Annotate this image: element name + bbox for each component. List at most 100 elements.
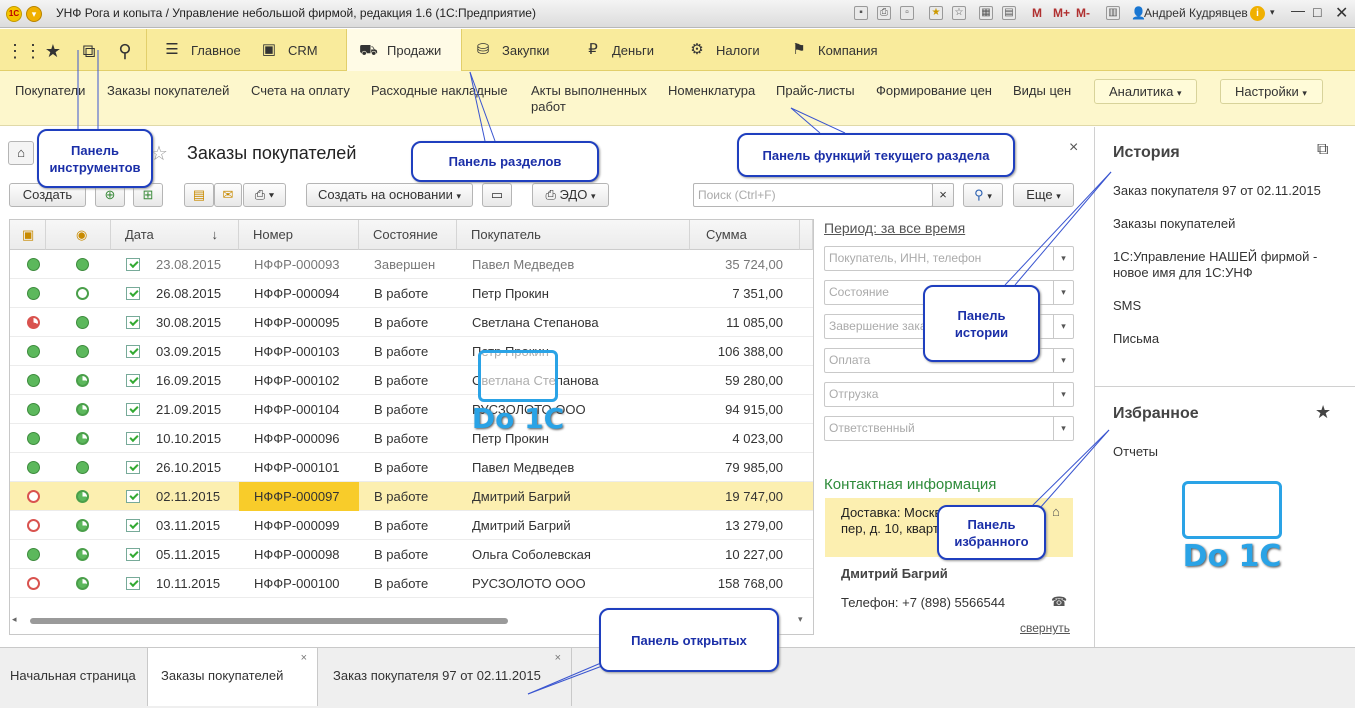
document-button[interactable]: ▭ (482, 183, 512, 207)
section-crm[interactable]: ▣ CRM (260, 29, 346, 71)
favorites-add-icon[interactable]: ★ (929, 6, 943, 20)
func-invoices[interactable]: Счета на оплату (251, 83, 350, 99)
main-menu-icon[interactable]: ▾ (26, 6, 42, 22)
section-sales[interactable]: ⛟ Продажи (346, 29, 462, 72)
close-tab-icon[interactable]: × (555, 630, 561, 686)
house-icon[interactable]: ⌂ (1052, 504, 1060, 519)
filter-responsible[interactable]: Ответственный ▾ (824, 416, 1074, 441)
table-row[interactable]: 26.10.2015 НФФР-000101 В работе Павел Медве… (10, 453, 813, 482)
history-item[interactable]: Заказ покупателя 97 от 02.11.2015 (1113, 183, 1323, 199)
col-state[interactable]: Состояние (359, 220, 457, 250)
col-date[interactable]: Дата ↓ (111, 220, 239, 250)
col-number[interactable]: Номер (239, 220, 359, 250)
memory-mminus-button[interactable]: M- (1076, 6, 1090, 20)
favorites-star-icon[interactable]: ★ (1315, 402, 1331, 423)
chevron-down-icon[interactable]: ▾ (1053, 315, 1073, 338)
func-shipments[interactable]: Расходные накладные (371, 83, 508, 99)
calendar-icon[interactable]: ▤ (1002, 6, 1016, 20)
table-row[interactable]: 02.11.2015 НФФР-000097 В работе Дмитрий Баг… (10, 482, 813, 511)
clear-search-button[interactable]: × (932, 183, 954, 207)
table-row[interactable]: 30.08.2015 НФФР-000095 В работе Светлана Ст… (10, 308, 813, 337)
settings-button[interactable]: Настройки ▾ (1220, 79, 1323, 104)
history-item[interactable]: SMS (1113, 298, 1141, 314)
horizontal-scrollbar[interactable] (30, 618, 508, 624)
section-taxes[interactable]: ⚙ Налоги (688, 29, 759, 71)
chevron-down-icon[interactable]: ▾ (1053, 383, 1073, 406)
search-icon[interactable]: ⚲ (114, 40, 136, 62)
chevron-down-icon[interactable]: ▾ (1053, 247, 1073, 270)
history-item[interactable]: 1С:Управление НАШЕЙ фирмой - новое имя д… (1113, 249, 1333, 281)
section-company[interactable]: ⚑ Компания (790, 29, 877, 71)
apps-grid-icon[interactable]: ⋮⋮ (6, 40, 42, 62)
calculator-icon[interactable]: ▦ (979, 6, 993, 20)
filter-shipment[interactable]: Отгрузка ▾ (824, 382, 1074, 407)
email-button[interactable]: ✉ (214, 183, 242, 207)
user-name[interactable]: Андрей Кудрявцев (1144, 6, 1248, 20)
memory-mplus-button[interactable]: M+ (1053, 6, 1070, 20)
func-acts[interactable]: Акты выполненных работ (531, 83, 651, 115)
analytics-button[interactable]: Аналитика ▾ (1094, 79, 1197, 104)
chevron-down-icon[interactable]: ▾ (1053, 417, 1073, 440)
home-icon[interactable]: ⌂ (8, 141, 34, 165)
scroll-left-icon[interactable]: ◂ (12, 614, 17, 625)
table-row[interactable]: 10.11.2015 НФФР-000100 В работе РУСЗОЛОТО О… (10, 569, 813, 598)
section-money[interactable]: ₽ Деньги (584, 29, 654, 71)
col-sum[interactable]: Сумма (690, 220, 800, 250)
func-orders[interactable]: Заказы покупателей (107, 83, 229, 99)
tab-orders[interactable]: Заказы покупателей × (148, 648, 318, 706)
search-input[interactable]: Поиск (Ctrl+F) (693, 183, 933, 207)
table-row[interactable]: 03.09.2015НФФР-000103В работеПетр Прокин… (10, 337, 813, 366)
close-tab-icon[interactable]: × (301, 630, 307, 686)
func-pricing[interactable]: Формирование цен (876, 83, 992, 99)
maximize-icon[interactable]: □ (1313, 4, 1321, 20)
table-row[interactable]: 23.08.2015 НФФР-000093 Завершен Павел Медве… (10, 250, 813, 279)
more-button[interactable]: Еще ▾ (1013, 183, 1074, 207)
table-row[interactable]: 16.09.2015НФФР-000102В работеСветлана Ст… (10, 366, 813, 395)
chevron-down-icon[interactable]: ▾ (1053, 281, 1073, 304)
favorites-item[interactable]: Отчеты (1113, 444, 1158, 460)
func-price-kinds[interactable]: Виды цен (1013, 83, 1071, 99)
history-icon[interactable]: ⧉ (78, 40, 100, 62)
star-icon[interactable]: ★ (42, 40, 64, 62)
scroll-down-icon[interactable]: ▾ (798, 614, 803, 625)
period-link[interactable]: Период: за все время (824, 220, 965, 236)
chevron-down-icon[interactable]: ▾ (1270, 7, 1275, 18)
collapse-link[interactable]: свернуть (1020, 621, 1070, 635)
minimize-icon[interactable]: — (1291, 2, 1305, 18)
create-based-button[interactable]: Создать на основании ▾ (306, 183, 473, 207)
bookmark-icon[interactable]: ☆ (952, 6, 966, 20)
info-icon[interactable]: i (1250, 6, 1265, 21)
print-button[interactable]: ⎙ ▾ (243, 183, 286, 207)
chevron-down-icon[interactable]: ▾ (1053, 349, 1073, 372)
print-icon[interactable]: ⎙ (877, 6, 891, 20)
panels-icon[interactable]: ▥ (1106, 6, 1120, 20)
filter-buyer[interactable]: Покупатель, ИНН, телефон ▾ (824, 246, 1074, 271)
search-button[interactable]: ⚲ ▾ (963, 183, 1003, 207)
section-main[interactable]: ☰ Главное (146, 29, 246, 71)
tab-home[interactable]: Начальная страница (0, 648, 148, 706)
save-icon[interactable]: ▪ (854, 6, 868, 20)
history-item[interactable]: Заказы покупателей (1113, 216, 1323, 232)
history-item[interactable]: Письма (1113, 331, 1159, 347)
memory-m-button[interactable]: M (1032, 6, 1042, 20)
table-row[interactable]: 10.10.2015 НФФР-000096 В работе Петр Прокин… (10, 424, 813, 453)
tab-order-97[interactable]: Заказ покупателя 97 от 02.11.2015 × (318, 648, 572, 706)
col-buyer[interactable]: Покупатель (457, 220, 690, 250)
edo-button[interactable]: ⎙ ЭДО ▾ (532, 183, 609, 207)
close-window-icon[interactable]: ✕ (1335, 3, 1348, 23)
close-form-icon[interactable]: × (1069, 139, 1078, 157)
section-purchases[interactable]: ⛁ Закупки (474, 29, 550, 71)
phone-icon[interactable]: ☎ (1051, 594, 1067, 610)
history-copy-icon[interactable]: ⧉ (1317, 141, 1328, 159)
report-button[interactable]: ▤ (184, 183, 214, 207)
col-shipment-icon[interactable]: ▣ (10, 220, 46, 250)
preview-icon[interactable]: ▫ (900, 6, 914, 20)
func-buyers[interactable]: Покупатели (15, 83, 85, 99)
func-nomenclature[interactable]: Номенклатура (668, 83, 755, 99)
table-row[interactable]: 05.11.2015 НФФР-000098 В работе Ольга Собол… (10, 540, 813, 569)
table-row[interactable]: 21.09.2015 НФФР-000104 В работе РУСЗОЛОТО О… (10, 395, 813, 424)
table-row[interactable]: 03.11.2015 НФФР-000099 В работе Дмитрий Баг… (10, 511, 813, 540)
col-payment-icon[interactable]: ◉ (46, 220, 111, 250)
func-pricelists[interactable]: Прайс-листы (776, 83, 855, 99)
table-row[interactable]: 26.08.2015 НФФР-000094 В работе Петр Прокин… (10, 279, 813, 308)
